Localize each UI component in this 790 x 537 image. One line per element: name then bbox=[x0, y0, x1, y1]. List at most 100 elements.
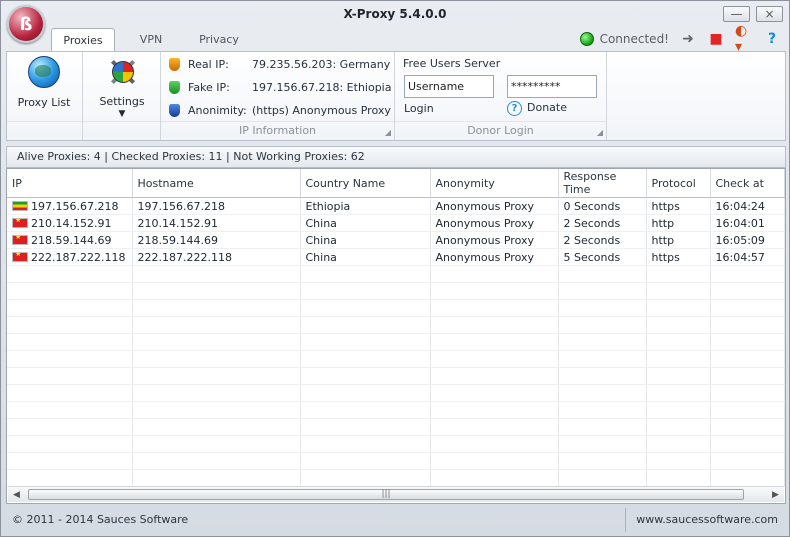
empty-row bbox=[7, 367, 785, 385]
username-input[interactable] bbox=[404, 75, 494, 98]
ip-cell: 222.187.222.118 bbox=[7, 248, 133, 266]
hostname-cell: 222.187.222.118 bbox=[132, 248, 301, 266]
hostname-cell: 210.14.152.91 bbox=[132, 214, 301, 232]
table-row[interactable]: 197.156.67.218 197.156.67.218 Ethiopia A… bbox=[7, 197, 785, 215]
tab-privacy[interactable]: Privacy bbox=[187, 28, 251, 51]
response-time-cell: 5 Seconds bbox=[558, 248, 647, 266]
donor-login-expand-icon[interactable]: ◢ bbox=[597, 128, 603, 137]
help-icon[interactable]: ? bbox=[763, 30, 781, 48]
hostname-cell: 197.156.67.218 bbox=[132, 197, 301, 215]
blue-shield-icon bbox=[169, 103, 180, 117]
free-users-server-label: Free Users Server bbox=[403, 57, 501, 70]
hostname-cell: 218.59.144.69 bbox=[132, 231, 301, 249]
ip-cell: 210.14.152.91 bbox=[7, 214, 133, 232]
login-link[interactable]: Login bbox=[404, 102, 434, 115]
country-cell: Ethiopia bbox=[300, 197, 431, 215]
password-input[interactable] bbox=[507, 75, 597, 98]
column-header-anonymity[interactable]: Anonymity bbox=[430, 169, 559, 198]
website-link[interactable]: www.saucessoftware.com bbox=[625, 508, 778, 532]
browser-menu-icon[interactable]: ◐ ▾ bbox=[735, 23, 753, 55]
check-at-cell: 16:04:01 bbox=[710, 214, 785, 232]
check-at-cell: 16:04:57 bbox=[710, 248, 785, 266]
table-row[interactable]: 222.187.222.118 222.187.222.118 China An… bbox=[7, 248, 785, 266]
horizontal-scrollbar[interactable]: ◀ ||| ▶ bbox=[8, 486, 784, 502]
column-header-ip[interactable]: IP bbox=[7, 169, 133, 198]
settings-group-title bbox=[83, 121, 160, 138]
window-title: X-Proxy 5.4.0.0 bbox=[343, 7, 447, 21]
anonimity-row: Anonimity: (https) Anonymous Proxy bbox=[169, 101, 391, 119]
donor-login-title: Donor Login bbox=[395, 121, 606, 138]
donate-link[interactable]: ? Donate bbox=[507, 101, 567, 116]
anonymity-cell: Anonymous Proxy bbox=[430, 214, 559, 232]
protocol-cell: https bbox=[646, 197, 711, 215]
tab-proxies[interactable]: Proxies bbox=[51, 28, 115, 52]
settings-button[interactable]: Settings ▼ bbox=[89, 55, 155, 119]
proxy-list-label: Proxy List bbox=[17, 96, 71, 109]
scroll-left-icon[interactable]: ◀ bbox=[9, 488, 24, 502]
connection-status-text: Connected! bbox=[599, 32, 669, 46]
green-shield-icon bbox=[169, 80, 180, 94]
proxy-list-button[interactable]: Proxy List bbox=[10, 56, 78, 109]
main-tabs: Proxies VPN Privacy bbox=[51, 28, 255, 52]
real-ip-row: Real IP: 79.235.56.203: Germany bbox=[169, 55, 390, 73]
response-time-cell: 2 Seconds bbox=[558, 231, 647, 249]
column-header-country-name[interactable]: Country Name bbox=[300, 169, 431, 198]
anonimity-value: (https) Anonymous Proxy bbox=[252, 103, 391, 117]
anonymity-cell: Anonymous Proxy bbox=[430, 197, 559, 215]
title-bar[interactable]: X-Proxy 5.4.0.0 — × bbox=[1, 1, 789, 29]
proxy-summary: Alive Proxies: 4 | Checked Proxies: 11 |… bbox=[6, 146, 786, 168]
globe-icon bbox=[28, 56, 60, 88]
close-button[interactable]: × bbox=[756, 6, 783, 22]
column-header-response-time[interactable]: Response Time bbox=[558, 169, 647, 198]
proxy-list-group: Proxy List bbox=[7, 52, 83, 140]
status-area: Connected! ➜ ■ ◐ ▾ ? bbox=[579, 23, 781, 55]
check-at-cell: 16:04:24 bbox=[710, 197, 785, 215]
china-flag-icon bbox=[12, 216, 28, 228]
ip-cell: 197.156.67.218 bbox=[7, 197, 133, 215]
scroll-right-icon[interactable]: ▶ bbox=[768, 488, 783, 502]
fake-ip-label: Fake IP: bbox=[188, 80, 230, 94]
minimize-button[interactable]: — bbox=[723, 6, 750, 22]
protocol-cell: http bbox=[646, 214, 711, 232]
question-circle-icon: ? bbox=[507, 101, 522, 116]
donate-label: Donate bbox=[527, 101, 567, 114]
china-flag-icon bbox=[12, 233, 28, 245]
connection-status-icon bbox=[579, 32, 594, 46]
column-header-protocol[interactable]: Protocol bbox=[646, 169, 711, 198]
settings-dropdown-icon: ▼ bbox=[118, 109, 126, 119]
ip-value: 222.187.222.118 bbox=[31, 250, 126, 264]
empty-row bbox=[7, 316, 785, 334]
proxy-table: IP Hostname Country Name Anonymity Respo… bbox=[7, 169, 785, 487]
real-ip-value: 79.235.56.203: Germany bbox=[252, 57, 391, 71]
ip-information-title: IP Information bbox=[161, 121, 394, 138]
column-header-hostname[interactable]: Hostname bbox=[132, 169, 301, 198]
anonymity-cell: Anonymous Proxy bbox=[430, 231, 559, 249]
check-at-cell: 16:05:09 bbox=[710, 231, 785, 249]
app-logo-icon[interactable]: ß bbox=[7, 5, 45, 43]
arrow-right-icon[interactable]: ➜ bbox=[679, 30, 697, 48]
ip-information-expand-icon[interactable]: ◢ bbox=[385, 128, 391, 137]
proxy-table-container: IP Hostname Country Name Anonymity Respo… bbox=[6, 168, 786, 504]
empty-row bbox=[7, 469, 785, 487]
table-row[interactable]: 210.14.152.91 210.14.152.91 China Anonym… bbox=[7, 214, 785, 232]
ip-value: 218.59.144.69 bbox=[31, 233, 112, 247]
tab-vpn[interactable]: VPN bbox=[119, 28, 183, 51]
response-time-cell: 0 Seconds bbox=[558, 197, 647, 215]
settings-label: Settings bbox=[99, 95, 145, 108]
table-header-row: IP Hostname Country Name Anonymity Respo… bbox=[7, 169, 785, 198]
real-ip-label: Real IP: bbox=[188, 57, 229, 71]
column-header-check-at[interactable]: Check at bbox=[710, 169, 785, 198]
donor-login-group: Free Users Server Login ? Donate Donor Lo… bbox=[395, 52, 607, 140]
ip-information-group: Real IP: 79.235.56.203: Germany Fake IP:… bbox=[161, 52, 395, 140]
empty-row bbox=[7, 401, 785, 419]
table-row[interactable]: 218.59.144.69 218.59.144.69 China Anonym… bbox=[7, 231, 785, 249]
response-time-cell: 2 Seconds bbox=[558, 214, 647, 232]
empty-row bbox=[7, 350, 785, 368]
scrollbar-thumb[interactable]: ||| bbox=[28, 489, 744, 500]
empty-row bbox=[7, 299, 785, 317]
country-cell: China bbox=[300, 231, 431, 249]
ip-cell: 218.59.144.69 bbox=[7, 231, 133, 249]
status-footer: © 2011 - 2014 Sauces Software www.sauces… bbox=[6, 508, 786, 532]
stop-icon[interactable]: ■ bbox=[707, 30, 725, 48]
anonymity-cell: Anonymous Proxy bbox=[430, 248, 559, 266]
